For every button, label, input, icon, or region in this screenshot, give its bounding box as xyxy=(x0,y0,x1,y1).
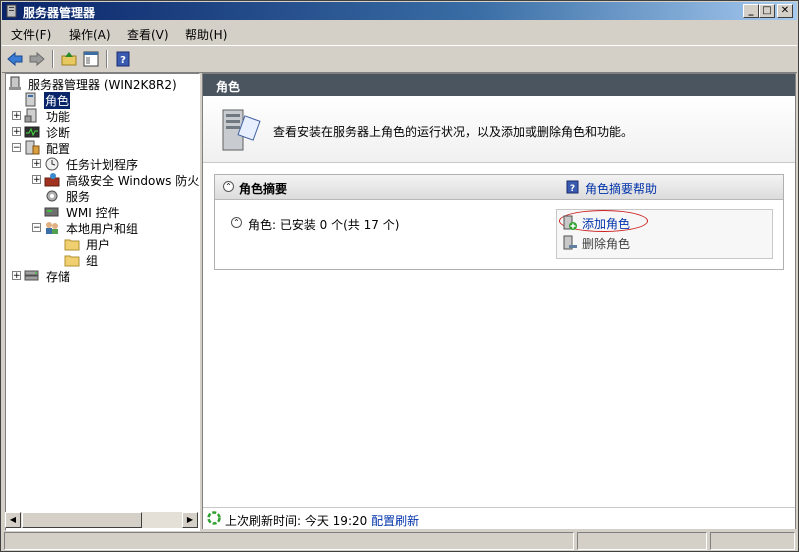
tree-label-task-scheduler: 任务计划程序 xyxy=(66,158,139,172)
server-roles-icon xyxy=(222,109,261,151)
help-icon[interactable]: ? xyxy=(114,50,132,68)
help-icon: ? xyxy=(566,180,579,194)
toolbar-separator xyxy=(52,50,54,68)
clock-icon xyxy=(45,157,59,171)
status-panel-2 xyxy=(577,532,707,550)
forward-arrow-icon[interactable] xyxy=(28,50,46,68)
tree-horizontal-scrollbar[interactable]: ◀ ▶ xyxy=(5,512,198,528)
toolbar-separator xyxy=(106,50,108,68)
toolbar: ? xyxy=(2,45,797,73)
gear-icon xyxy=(46,190,58,202)
configure-refresh-link[interactable]: 配置刷新 xyxy=(371,514,419,528)
pane-header: 角色 xyxy=(203,74,795,96)
roles-summary-header[interactable]: ⌃ 角色摘要 ? 角色摘要帮助 xyxy=(215,175,783,200)
remove-roles-label: 删除角色 xyxy=(582,237,631,251)
roles-installed-status: 角色: 已安装 0 个(共 17 个) xyxy=(248,218,400,232)
last-refresh-label: 上次刷新时间: 今天 19:20 xyxy=(225,514,368,528)
expand-task-scheduler-toggle[interactable]: + xyxy=(32,159,41,169)
menu-bar: 文件(F) 操作(A) 查看(V) 帮助(H) xyxy=(2,22,797,44)
tree-label-features: 功能 xyxy=(46,110,71,124)
tree-label-local-users: 本地用户和组 xyxy=(66,222,139,236)
up-folder-icon[interactable] xyxy=(60,50,78,68)
tree-label-groups: 组 xyxy=(86,254,99,268)
tree-label-firewall: 高级安全 Windows 防火墙 xyxy=(66,174,200,188)
tree-label-wmi: WMI 控件 xyxy=(66,206,120,220)
collapse-configuration-toggle[interactable]: − xyxy=(12,143,21,153)
refresh-icon xyxy=(207,511,221,525)
wmi-control-icon xyxy=(44,207,59,217)
menu-file[interactable]: 文件(F) xyxy=(11,26,51,43)
collapse-local-users-toggle[interactable]: − xyxy=(32,223,41,233)
menu-view[interactable]: 查看(V) xyxy=(127,26,169,43)
add-role-icon xyxy=(563,215,577,230)
collapse-chevron-icon[interactable]: ⌃ xyxy=(231,217,242,228)
configuration-icon xyxy=(25,140,40,155)
tree-label-services: 服务 xyxy=(66,190,91,204)
menu-action[interactable]: 操作(A) xyxy=(69,26,111,43)
maximize-button[interactable]: □ xyxy=(759,4,775,18)
show-hide-tree-icon[interactable] xyxy=(82,50,100,68)
roles-summary-title: 角色摘要 xyxy=(239,182,288,196)
banner-description: 查看安装在服务器上角色的运行状况，以及添加或删除角色和功能。 xyxy=(273,125,634,139)
tree-label-users: 用户 xyxy=(86,238,111,252)
refresh-status-bar: 上次刷新时间: 今天 19:20 配置刷新 xyxy=(203,507,795,529)
expand-firewall-toggle[interactable]: + xyxy=(32,175,41,185)
storage-icon xyxy=(24,270,39,281)
menu-help[interactable]: 帮助(H) xyxy=(185,26,227,43)
folder-icon xyxy=(64,255,80,267)
roles-icon xyxy=(25,92,36,107)
svg-text:?: ? xyxy=(570,184,575,194)
minimize-button[interactable]: _ xyxy=(743,4,759,18)
features-icon xyxy=(24,108,37,123)
tree-label-roles: 角色 xyxy=(44,92,71,109)
folder-icon xyxy=(64,239,80,251)
server-manager-window: 服务器管理器 _ □ ✕ 文件(F) 操作(A) 查看(V) 帮助(H) ? 服… xyxy=(0,0,799,552)
refresh-text: 上次刷新时间: 今天 19:20 配置刷新 xyxy=(225,512,419,529)
server-manager-icon xyxy=(6,4,17,18)
roles-summary-help-link[interactable]: 角色摘要帮助 xyxy=(585,180,657,197)
status-panel-main xyxy=(4,532,574,550)
scroll-left-button[interactable]: ◀ xyxy=(5,512,21,528)
expand-diagnostics-toggle[interactable]: + xyxy=(12,127,21,137)
roles-summary-section: ⌃ 角色摘要 ? 角色摘要帮助 ⌃ 角色: 已安装 0 个(共 17 个) 添加… xyxy=(214,174,784,270)
scroll-right-button[interactable]: ▶ xyxy=(182,512,198,528)
back-arrow-icon[interactable] xyxy=(6,50,24,68)
collapse-chevron-icon[interactable]: ⌃ xyxy=(223,181,234,192)
status-panel-3 xyxy=(710,532,795,550)
pane-title: 角色 xyxy=(216,80,241,94)
roles-banner: 查看安装在服务器上角色的运行状况，以及添加或删除角色和功能。 xyxy=(203,96,795,163)
firewall-icon xyxy=(44,173,60,187)
svg-text:?: ? xyxy=(120,55,126,66)
roles-actions-box: 添加角色 删除角色 xyxy=(556,209,773,259)
scroll-thumb[interactable] xyxy=(22,512,142,528)
remove-role-icon xyxy=(563,235,577,250)
users-group-icon xyxy=(46,222,58,234)
status-bar xyxy=(2,531,797,551)
expand-features-toggle[interactable]: + xyxy=(12,111,21,121)
close-button[interactable]: ✕ xyxy=(777,4,793,18)
tree-label-configuration: 配置 xyxy=(46,142,71,156)
add-roles-label: 添加角色 xyxy=(582,217,631,231)
window-title: 服务器管理器 xyxy=(23,6,96,20)
expand-storage-toggle[interactable]: + xyxy=(12,271,21,281)
server-manager-icon xyxy=(9,76,21,90)
tree-label-storage: 存储 xyxy=(46,270,71,284)
title-bar[interactable]: 服务器管理器 _ □ ✕ xyxy=(2,2,797,20)
diagnostics-icon xyxy=(24,126,40,138)
tree-label-diagnostics: 诊断 xyxy=(46,126,71,140)
details-pane: 角色 查看安装在服务器上角色的运行状况，以及添加或删除角色和功能。 ⌃ 角色摘要… xyxy=(202,73,796,529)
navigation-tree: 服务器管理器 (WIN2K8R2) 角色 + 功能 + 诊断 − 配置 + 任务… xyxy=(5,73,200,531)
tree-label-root: 服务器管理器 (WIN2K8R2) xyxy=(28,78,177,92)
